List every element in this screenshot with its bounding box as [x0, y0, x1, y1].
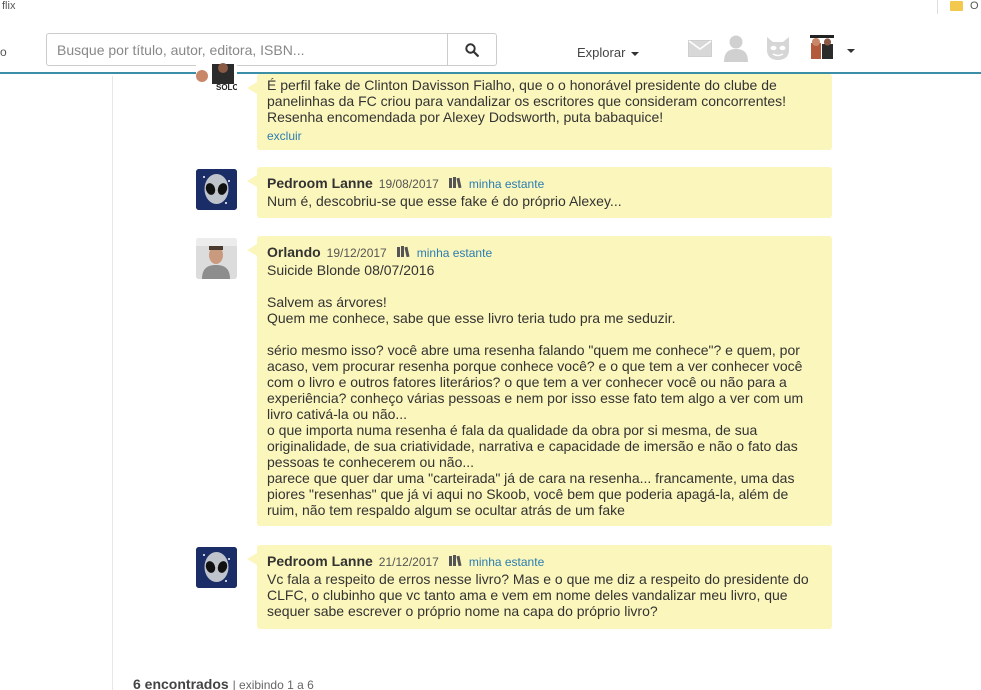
explore-menu[interactable]: Explorar — [577, 45, 640, 60]
bookmark-item[interactable]: O — [970, 0, 979, 12]
shelf-link[interactable]: minha estante — [417, 245, 492, 261]
user-silhouette-icon[interactable] — [723, 34, 749, 62]
results-range-label: | exibindo 1 a 6 — [232, 678, 314, 690]
bookmark-separator — [937, 0, 938, 14]
header-left-edge: o — [0, 45, 7, 59]
comment-meta: Pedroom Lanne 19/08/2017 minha estante — [267, 175, 822, 192]
search-icon — [465, 42, 479, 57]
search-button[interactable] — [447, 33, 497, 66]
comment-author[interactable]: Orlando — [267, 244, 321, 260]
avatar[interactable]: SOLO — [196, 58, 237, 99]
comment-author[interactable]: Pedroom Lanne — [267, 553, 373, 569]
avatar-text: SOLO — [216, 83, 237, 92]
avatar[interactable] — [196, 238, 237, 279]
comment-text: É perfil fake de Clinton Davisson Fialho… — [267, 77, 790, 125]
envelope-icon[interactable] — [688, 40, 712, 57]
avatar[interactable] — [196, 169, 237, 210]
user-avatar-icon[interactable] — [808, 34, 836, 62]
site-header: o Explorar — [0, 14, 981, 74]
delete-link[interactable]: excluir — [267, 128, 822, 144]
comment-date: 19/08/2017 — [378, 177, 439, 191]
bookshelf-icon — [448, 555, 462, 566]
results-count: 6 encontrados | exibindo 1 a 6 — [133, 676, 314, 690]
bookshelf-icon — [396, 246, 410, 257]
comment-text: Suicide Blonde 08/07/2016 Salvem as árvo… — [267, 262, 804, 518]
comment-date: 19/12/2017 — [326, 246, 387, 260]
comment-bubble: Orlando 19/12/2017 minha estante Suicide… — [247, 236, 832, 526]
avatar[interactable] — [196, 547, 237, 588]
chevron-down-icon[interactable] — [847, 49, 855, 53]
comment-meta: Pedroom Lanne 21/12/2017 minha estante — [267, 553, 822, 570]
explore-label: Explorar — [577, 45, 626, 60]
comment-bubble: Pedroom Lanne 19/08/2017 minha estante N… — [247, 167, 832, 218]
bookmarks-bar: flix O — [0, 0, 981, 14]
cat-mask-icon[interactable] — [764, 34, 792, 62]
left-rail-divider — [112, 76, 113, 690]
bookshelf-icon — [448, 177, 462, 188]
comment-text: Num é, descobriu-se que esse fake é do p… — [267, 193, 622, 209]
comment-date: 21/12/2017 — [378, 555, 439, 569]
comment-meta: Orlando 19/12/2017 minha estante — [267, 244, 822, 261]
shelf-link[interactable]: minha estante — [469, 554, 544, 570]
shelf-link[interactable]: minha estante — [469, 176, 544, 192]
comment-bubble: É perfil fake de Clinton Davisson Fialho… — [247, 74, 832, 150]
search-input[interactable] — [46, 33, 448, 66]
comment-text: Vc fala a respeito de erros nesse livro?… — [267, 571, 813, 619]
bookmark-item[interactable]: flix — [2, 0, 15, 12]
comment-bubble: Pedroom Lanne 21/12/2017 minha estante V… — [247, 545, 832, 629]
results-count-label: 6 encontrados — [133, 676, 229, 690]
folder-icon[interactable] — [950, 1, 963, 11]
comment-author[interactable]: Pedroom Lanne — [267, 175, 373, 191]
chevron-down-icon — [631, 52, 640, 56]
